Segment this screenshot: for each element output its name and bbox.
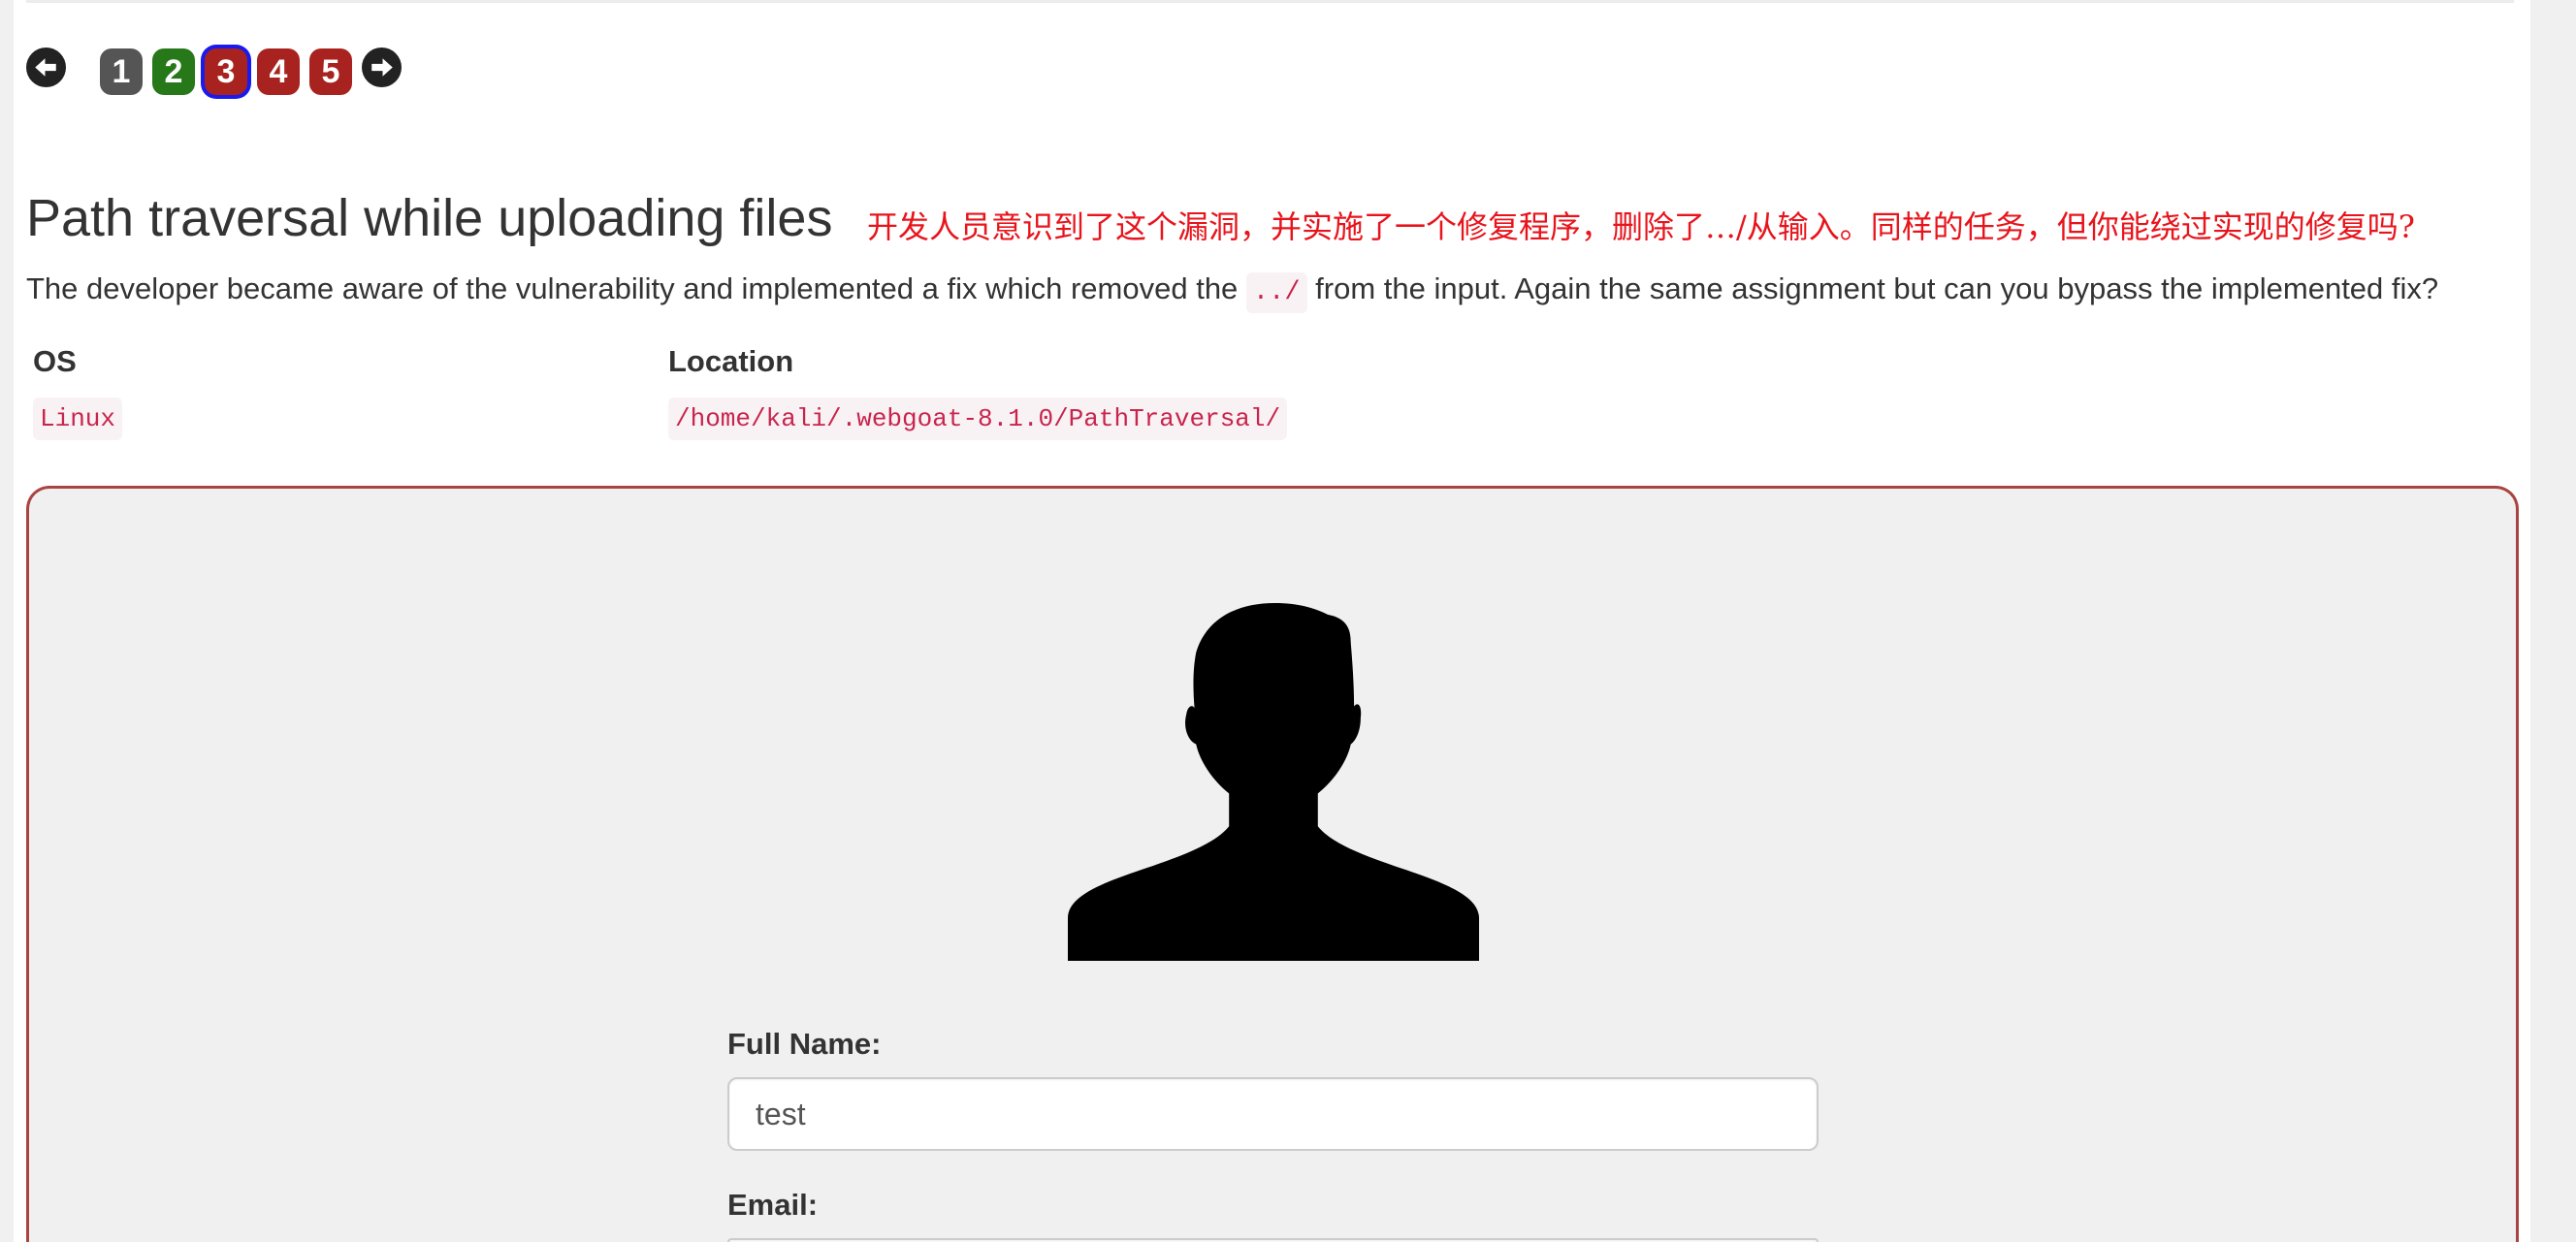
user-silhouette-icon: [1068, 603, 1479, 961]
page-button-5[interactable]: 5: [309, 48, 352, 95]
table-cell-location: /home/kali/.webgoat-8.1.0/PathTraversal/: [661, 381, 1922, 440]
table-cell-os: Linux: [26, 381, 661, 440]
avatar-silhouette: [1068, 603, 1479, 961]
page-button-1[interactable]: 1: [100, 48, 143, 95]
translation-annotation: 开发人员意识到了这个漏洞，并实施了一个修复程序，删除了…/从输入。同样的任务，但…: [867, 208, 2415, 245]
os-location-table: OS Location Linux /home/kali/.webgoat-8.…: [26, 342, 1922, 440]
lesson-title: Path traversal while uploading files: [26, 189, 833, 247]
email-label: Email:: [727, 1188, 819, 1222]
full-name-label: Full Name:: [727, 1027, 882, 1061]
email-input[interactable]: [727, 1238, 1819, 1242]
description-code-snippet: ../: [1245, 272, 1307, 313]
top-divider: [26, 0, 2514, 3]
os-value: Linux: [33, 398, 123, 440]
prev-page-button[interactable]: [26, 48, 66, 87]
table-header-os: OS: [33, 344, 77, 378]
arrow-left-circle-icon: [26, 48, 66, 87]
page-button-3-current[interactable]: 3: [205, 48, 247, 95]
full-name-input[interactable]: [727, 1077, 1819, 1151]
table-header-location: Location: [668, 344, 794, 378]
avatar-image: [1068, 603, 1479, 961]
next-page-button[interactable]: [362, 48, 402, 87]
description-text-after: from the input. Again the same assignmen…: [1315, 271, 2439, 305]
page-button-2[interactable]: 2: [152, 48, 195, 95]
arrow-right-circle-icon: [362, 48, 402, 87]
upload-form-box: Full Name: Email:: [26, 486, 2519, 1242]
lesson-page: 1 2 3 4 5 Path traversal while uploading…: [14, 0, 2530, 1242]
lesson-pagination: 1 2 3 4 5: [26, 45, 414, 99]
description-text-before: The developer became aware of the vulner…: [26, 271, 1239, 305]
lesson-description: The developer became aware of the vulner…: [26, 270, 2519, 313]
location-path-value: /home/kali/.webgoat-8.1.0/PathTraversal/: [668, 398, 1288, 440]
page-button-4[interactable]: 4: [257, 48, 300, 95]
